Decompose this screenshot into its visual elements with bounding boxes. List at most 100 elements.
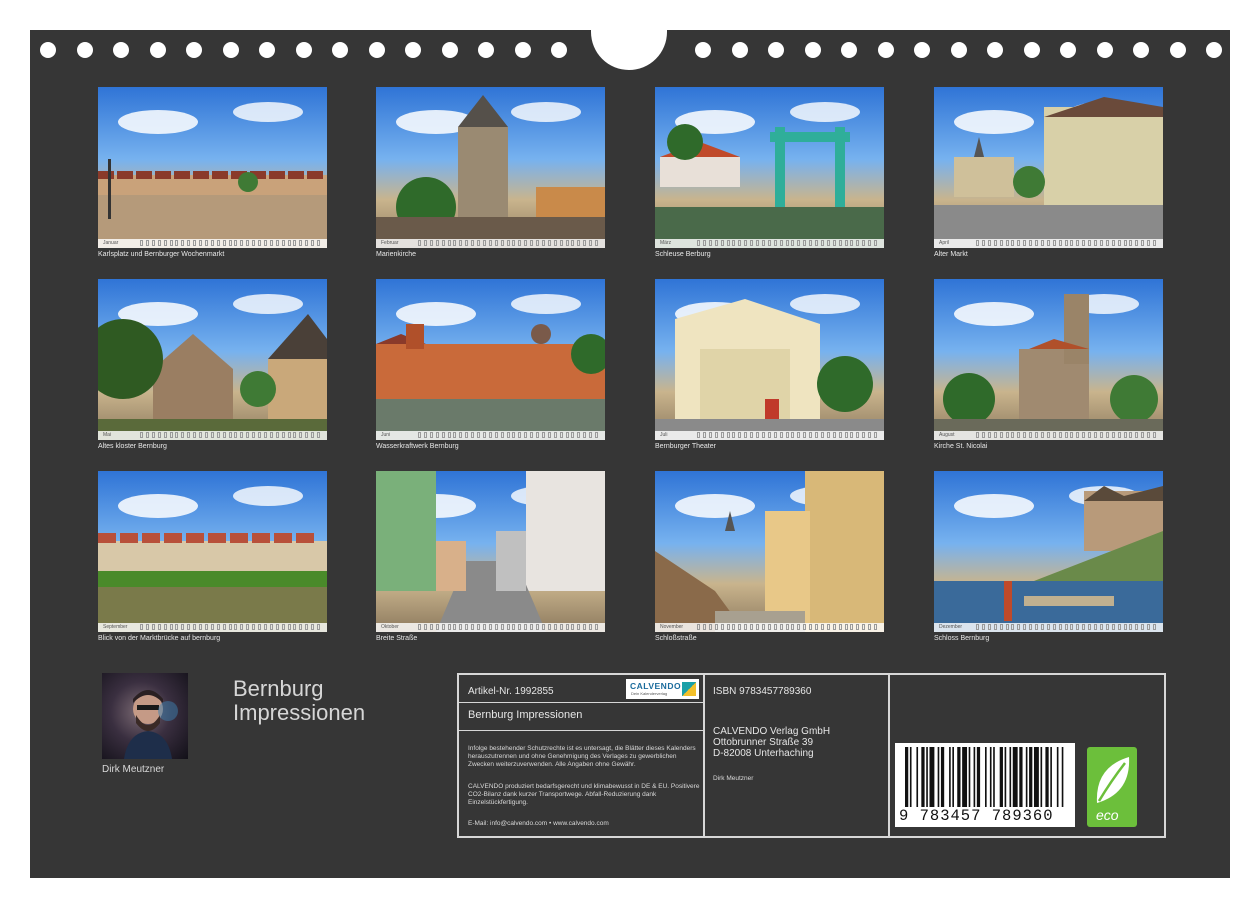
day-box — [726, 432, 730, 438]
day-box — [1046, 240, 1050, 246]
day-box — [506, 240, 510, 246]
day-box — [791, 624, 795, 630]
day-box — [862, 240, 866, 246]
day-box — [1052, 240, 1056, 246]
day-box — [441, 240, 445, 246]
day-box — [518, 432, 522, 438]
day-box — [204, 432, 208, 438]
day-box — [1035, 432, 1038, 438]
day-box — [1005, 240, 1009, 246]
day-box — [311, 240, 315, 246]
day-box — [140, 432, 143, 438]
binding-hole — [1206, 42, 1222, 58]
day-box — [844, 240, 848, 246]
day-box — [210, 624, 214, 630]
day-box — [477, 240, 480, 246]
day-box — [1011, 624, 1015, 630]
day-box — [595, 624, 598, 630]
day-box — [838, 240, 842, 246]
day-box — [1123, 432, 1127, 438]
day-box — [269, 432, 273, 438]
day-box — [228, 624, 232, 630]
day-box — [506, 432, 510, 438]
day-box — [477, 624, 480, 630]
day-box — [750, 624, 754, 630]
binding-hole — [259, 42, 275, 58]
day-box — [418, 432, 421, 438]
day-box — [471, 432, 475, 438]
photo-castle-street: November — [655, 471, 884, 632]
day-box — [820, 240, 824, 246]
day-box — [216, 432, 220, 438]
day-box — [1123, 240, 1127, 246]
month-calendar-strip: Februar — [376, 239, 605, 248]
day-box — [583, 624, 587, 630]
binding-hole — [1133, 42, 1149, 58]
month-label: Januar — [103, 240, 119, 246]
day-box — [577, 240, 581, 246]
day-box — [559, 432, 563, 438]
day-box — [1082, 240, 1086, 246]
binding-hole — [877, 42, 894, 58]
day-box — [275, 432, 279, 438]
imprint-box: Artikel-Nr. 1992855 CALVENDO Dein Kalend… — [457, 673, 1166, 838]
day-box — [263, 240, 267, 246]
day-box — [571, 240, 575, 246]
binding-hole — [987, 42, 1003, 58]
day-box — [1105, 432, 1109, 438]
day-box — [832, 432, 836, 438]
month-label: September — [103, 624, 128, 630]
day-box — [981, 240, 985, 246]
publisher-street: Ottobrunner Straße 39 — [713, 737, 814, 748]
day-box — [494, 240, 498, 246]
day-box — [199, 624, 202, 630]
day-box — [311, 624, 315, 630]
day-box — [530, 432, 534, 438]
photo-river: September — [98, 471, 327, 632]
day-box — [1147, 624, 1151, 630]
day-box — [868, 624, 872, 630]
day-box — [868, 432, 872, 438]
photo-caption: Alter Markt — [934, 251, 968, 258]
photo-nicolai: August — [934, 279, 1163, 440]
day-box — [204, 240, 208, 246]
day-box — [1123, 624, 1127, 630]
month-calendar-strip: Januar — [98, 239, 327, 248]
product-title: Bernburg Impressionen — [468, 709, 583, 721]
day-box — [512, 240, 516, 246]
month-calendar-strip: Dezember — [934, 623, 1163, 632]
day-box — [702, 624, 706, 630]
day-box — [720, 624, 724, 630]
day-box — [151, 432, 155, 438]
day-box — [708, 432, 712, 438]
day-box — [1153, 240, 1156, 246]
day-box — [518, 240, 522, 246]
day-box — [1111, 432, 1115, 438]
binding-hole — [514, 42, 531, 58]
photo-street: Oktober — [376, 471, 605, 632]
day-box — [536, 240, 539, 246]
day-box — [299, 240, 303, 246]
binding-hole — [76, 42, 93, 58]
day-box — [1129, 432, 1133, 438]
day-box — [779, 624, 783, 630]
day-box — [140, 240, 143, 246]
day-box — [1064, 624, 1068, 630]
day-box — [465, 240, 469, 246]
day-box — [1088, 432, 1092, 438]
day-box — [732, 240, 736, 246]
day-box — [175, 432, 179, 438]
day-box — [744, 624, 748, 630]
day-box — [429, 240, 433, 246]
day-box — [1011, 432, 1015, 438]
day-box — [850, 624, 854, 630]
calendar-title-line2: Impressionen — [233, 700, 366, 725]
day-box — [524, 432, 528, 438]
day-box — [163, 432, 167, 438]
day-box — [1111, 240, 1115, 246]
day-box — [181, 432, 185, 438]
month-label: August — [939, 432, 955, 438]
day-box — [477, 432, 480, 438]
month-calendar-strip: November — [655, 623, 884, 632]
publisher-city: D-82008 Unterhaching — [713, 748, 814, 759]
